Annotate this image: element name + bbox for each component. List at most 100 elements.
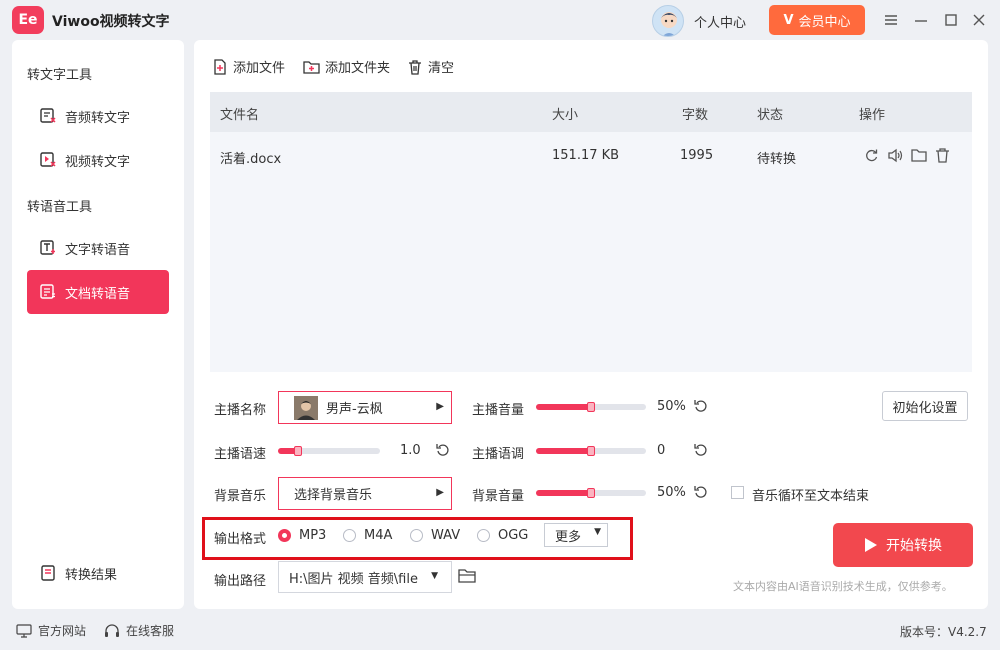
loop-label: 音乐循环至文本结束 [752, 489, 870, 504]
section-speech-to-text: 转文字工具 [27, 68, 93, 83]
doc-voice-icon [40, 284, 55, 299]
headset-icon [105, 623, 119, 637]
anchor-speed-label: 主播语速 [214, 447, 267, 462]
anchor-volume-slider[interactable] [536, 402, 646, 412]
bgm-select[interactable]: 选择背景音乐 ▶ [278, 477, 452, 510]
cell-status: 待转换 [757, 152, 797, 167]
anchor-volume-label: 主播音量 [472, 403, 525, 418]
sidebar-item-video-to-text[interactable]: 视频转文字 [27, 138, 169, 182]
app-title: Viwoo视频转文字 [52, 14, 170, 30]
refresh-icon[interactable] [864, 148, 879, 163]
close-icon[interactable] [969, 10, 989, 30]
monitor-icon [16, 623, 32, 638]
anchor-speed-value: 1.0 [400, 443, 421, 458]
slider-fill [536, 448, 591, 454]
folder-icon[interactable] [911, 148, 927, 163]
play-icon [865, 538, 877, 552]
title-bar: Ee Viwoo视频转文字 个人中心 V 会员中心 [0, 0, 1000, 40]
reset-speed-icon[interactable] [436, 443, 450, 457]
col-words: 字数 [682, 108, 709, 123]
add-folder-button[interactable]: 添加文件夹 [303, 57, 390, 76]
more-formats-select[interactable]: 更多 ▼ [544, 523, 608, 547]
format-option-mp3[interactable]: MP3 [278, 528, 326, 543]
anchor-avatar [294, 395, 318, 420]
status-bar: 官方网站 在线客服 版本号：V4.2.7 [0, 610, 1000, 650]
output-path-select[interactable]: H:\图片 视频 音频\file ▼ [278, 561, 452, 593]
delete-icon[interactable] [935, 148, 950, 163]
sidebar-item-text-to-voice[interactable]: 文字转语音 [27, 226, 169, 270]
section-text-to-speech: 转语音工具 [27, 200, 93, 215]
clear-button[interactable]: 清空 [407, 57, 454, 76]
sidebar-item-doc-to-voice[interactable]: 文档转语音 [27, 270, 169, 314]
slider-handle[interactable] [587, 402, 595, 412]
cell-size: 151.17 KB [552, 148, 620, 163]
col-filename: 文件名 [220, 108, 260, 123]
reset-settings-button[interactable]: 初始化设置 [882, 391, 968, 421]
cell-words: 1995 [680, 148, 714, 163]
file-table: 文件名 大小 字数 状态 操作 活着.docx 151.17 KB 1995 待… [210, 92, 972, 372]
speaker-icon[interactable] [887, 148, 904, 163]
format-option-ogg[interactable]: OGG [477, 528, 528, 543]
chevron-down-icon: ▼ [431, 571, 438, 581]
slider-fill [536, 490, 591, 496]
anchor-pitch-label: 主播语调 [472, 447, 525, 462]
text-voice-icon [40, 240, 55, 255]
anchor-speed-slider[interactable] [278, 446, 380, 456]
slider-handle[interactable] [294, 446, 303, 456]
reset-pitch-icon[interactable] [694, 443, 708, 457]
slider-handle[interactable] [587, 488, 595, 498]
vip-icon: V [783, 12, 794, 28]
sidebar-item-results[interactable]: 转换结果 [27, 551, 169, 595]
anchor-select[interactable]: 男声-云枫 ▶ [278, 391, 452, 424]
trash-icon [409, 59, 421, 75]
audio-text-icon [40, 108, 56, 123]
sidebar-item-audio-to-text[interactable]: 音频转文字 [27, 94, 169, 138]
anchor-pitch-value: 0 [657, 443, 666, 458]
minimize-icon[interactable] [911, 10, 931, 30]
anchor-volume-value: 50% [657, 399, 686, 414]
slider-fill [536, 404, 591, 410]
radio-mp3[interactable] [278, 529, 291, 542]
app-logo: Ee [12, 6, 44, 34]
col-actions: 操作 [859, 108, 886, 123]
bg-volume-slider[interactable] [536, 488, 646, 498]
add-folder-icon [303, 60, 320, 74]
table-header: 文件名 大小 字数 状态 操作 [210, 92, 972, 132]
anchor-label: 主播名称 [214, 403, 267, 418]
profile-center-link[interactable]: 个人中心 [694, 12, 746, 31]
cell-filename: 活着.docx [220, 152, 282, 167]
browse-folder-icon[interactable] [458, 568, 476, 584]
menu-icon[interactable] [881, 10, 901, 30]
output-format-label: 输出格式 [214, 532, 267, 547]
vip-center-button[interactable]: V 会员中心 [769, 5, 865, 35]
sidebar: 转文字工具 音频转文字 视频转文字 转语音工具 文字转语音 文档转语音 转换结果 [12, 40, 184, 609]
online-support-link[interactable]: 在线客服 [104, 622, 174, 639]
format-option-m4a[interactable]: M4A [343, 528, 392, 543]
maximize-icon[interactable] [941, 10, 961, 30]
col-size: 大小 [552, 108, 579, 123]
bgm-label: 背景音乐 [214, 489, 267, 504]
radio-ogg[interactable] [477, 529, 490, 542]
reset-bg-volume-icon[interactable] [694, 485, 708, 499]
result-icon [41, 565, 55, 581]
bg-volume-value: 50% [657, 485, 686, 500]
format-option-wav[interactable]: WAV [410, 528, 460, 543]
add-file-icon [214, 58, 226, 75]
chevron-right-icon: ▶ [436, 401, 444, 412]
start-convert-button[interactable]: 开始转换 [833, 523, 973, 567]
user-avatar[interactable] [652, 5, 684, 37]
radio-wav[interactable] [410, 529, 423, 542]
chevron-right-icon: ▶ [436, 487, 444, 498]
bg-volume-label: 背景音量 [472, 489, 525, 504]
anchor-pitch-slider[interactable] [536, 446, 646, 456]
official-website-link[interactable]: 官方网站 [16, 622, 86, 639]
loop-checkbox[interactable] [731, 486, 744, 499]
version-label: 版本号：V4.2.7 [900, 625, 987, 639]
reset-volume-icon[interactable] [694, 399, 708, 413]
slider-handle[interactable] [587, 446, 595, 456]
radio-m4a[interactable] [343, 529, 356, 542]
video-text-icon [40, 152, 56, 167]
output-path-label: 输出路径 [214, 574, 267, 589]
col-status: 状态 [757, 108, 784, 123]
add-file-button[interactable]: 添加文件 [212, 57, 285, 76]
